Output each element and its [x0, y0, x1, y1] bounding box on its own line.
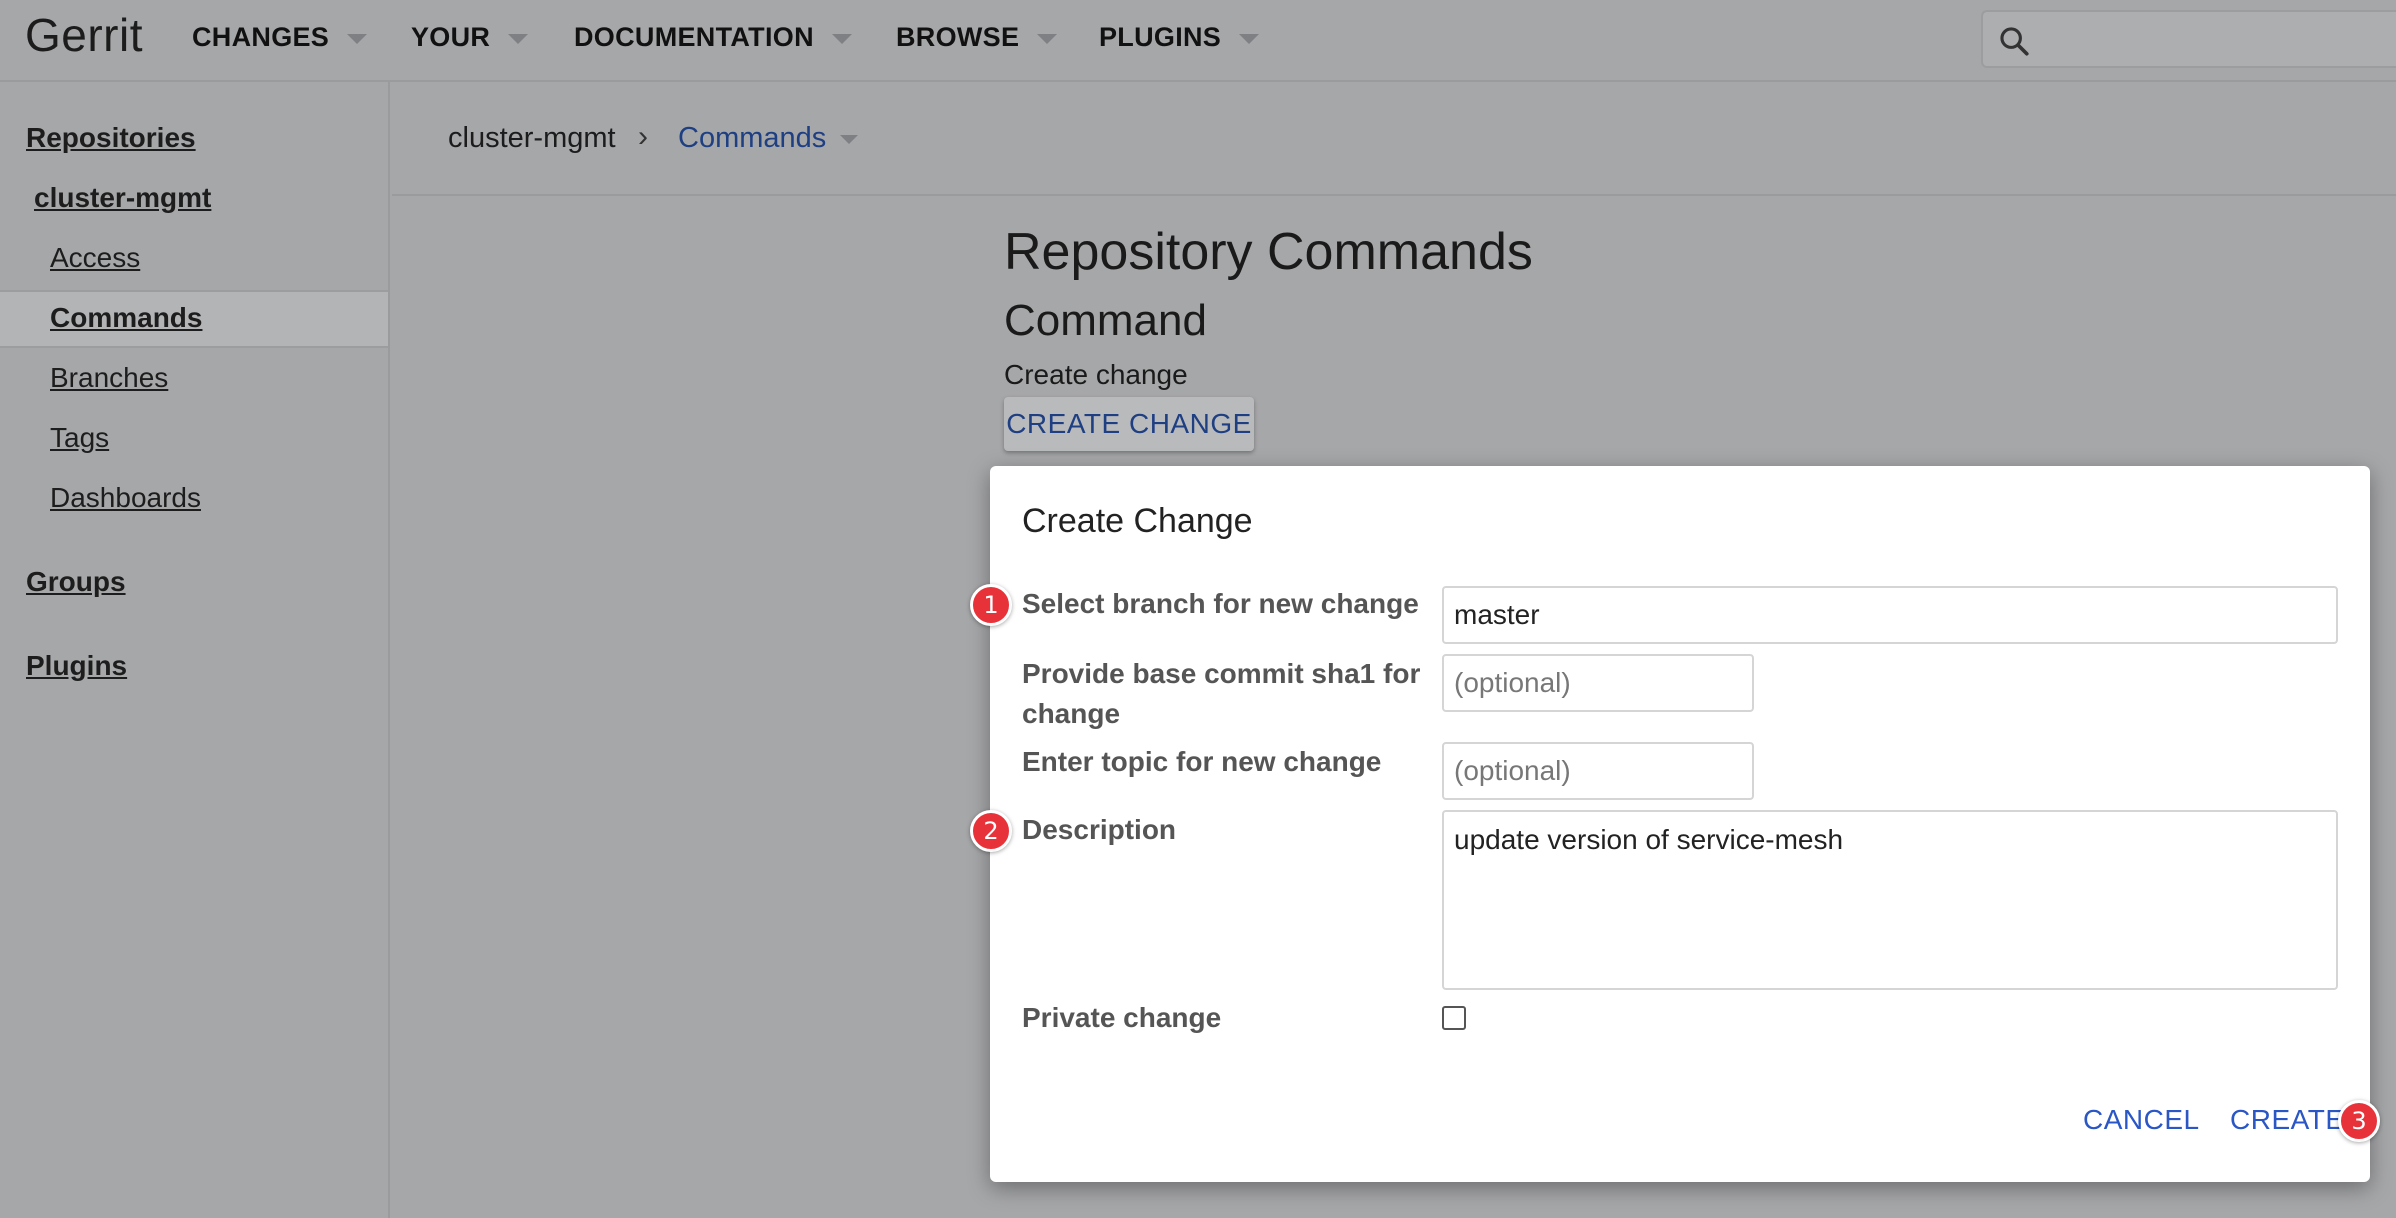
search-input[interactable] — [1981, 10, 2396, 68]
command-label: Create change — [1004, 359, 1188, 390]
chevron-down-icon — [1239, 33, 1260, 44]
menu-plugins-label: PLUGINS — [1099, 22, 1222, 52]
chevron-right-icon: › — [638, 120, 648, 153]
menu-your[interactable]: YOUR — [411, 22, 529, 53]
breadcrumb-repo[interactable]: cluster-mgmt — [448, 122, 616, 155]
branch-value: master — [1454, 599, 1540, 630]
annotation-badge-1: 1 — [970, 584, 1012, 626]
base-commit-placeholder: (optional) — [1454, 667, 1571, 698]
menu-changes[interactable]: CHANGES — [192, 22, 368, 53]
sidebar-repositories[interactable]: Repositories — [26, 122, 196, 154]
sidebar-item-dashboards[interactable]: Dashboards — [50, 482, 201, 514]
create-change-dialog: Create Change Select branch for new chan… — [990, 466, 2370, 1182]
create-button[interactable]: CREATE — [2230, 1104, 2345, 1136]
sidebar-repo-name[interactable]: cluster-mgmt — [34, 182, 211, 214]
search-icon — [1997, 24, 2031, 63]
menu-plugins[interactable]: PLUGINS — [1099, 22, 1260, 53]
breadcrumb: cluster-mgmt › Commands — [392, 82, 2396, 196]
chevron-down-icon[interactable] — [840, 135, 858, 144]
cancel-button[interactable]: CANCEL — [2083, 1104, 2200, 1136]
top-bar: Gerrit CHANGES YOUR DOCUMENTATION BROWSE… — [0, 0, 2396, 82]
create-change-button[interactable]: CREATE CHANGE — [1004, 397, 1254, 451]
topic-placeholder: (optional) — [1454, 755, 1571, 786]
branch-input[interactable]: master — [1442, 586, 2338, 644]
private-change-label: Private change — [1022, 1002, 1222, 1033]
gerrit-logo[interactable]: Gerrit — [25, 8, 143, 62]
menu-your-label: YOUR — [411, 22, 491, 52]
annotation-badge-2: 2 — [970, 810, 1012, 852]
menu-changes-label: CHANGES — [192, 22, 330, 52]
page-title: Repository Commands — [1004, 223, 1533, 281]
dialog-title: Create Change — [1022, 502, 1253, 540]
menu-documentation[interactable]: DOCUMENTATION — [574, 22, 852, 53]
annotation-badge-3: 3 — [2338, 1100, 2380, 1142]
breadcrumb-current[interactable]: Commands — [678, 122, 826, 155]
description-textarea[interactable]: update version of service-mesh — [1442, 810, 2338, 990]
description-label: Description — [1022, 814, 1177, 845]
chevron-down-icon — [1037, 33, 1058, 44]
chevron-down-icon — [831, 33, 852, 44]
base-commit-input[interactable]: (optional) — [1442, 654, 1754, 712]
base-commit-label: Provide base commit sha1 for change — [1022, 658, 1421, 729]
sidebar-plugins[interactable]: Plugins — [26, 650, 127, 682]
sidebar-item-branches[interactable]: Branches — [50, 362, 168, 394]
sidebar-item-access[interactable]: Access — [50, 242, 140, 274]
section-title: Command — [1004, 296, 1207, 345]
menu-documentation-label: DOCUMENTATION — [574, 22, 814, 52]
sidebar-groups[interactable]: Groups — [26, 566, 126, 598]
topic-label: Enter topic for new change — [1022, 746, 1382, 777]
menu-browse[interactable]: BROWSE — [896, 22, 1058, 53]
sidebar-item-tags[interactable]: Tags — [50, 422, 109, 454]
chevron-down-icon — [347, 33, 368, 44]
topic-input[interactable]: (optional) — [1442, 742, 1754, 800]
private-change-checkbox[interactable] — [1442, 1006, 1466, 1030]
menu-browse-label: BROWSE — [896, 22, 1020, 52]
sidebar-item-commands[interactable]: Commands — [50, 302, 202, 334]
sidebar: Repositories cluster-mgmt Access Command… — [0, 82, 390, 1218]
branch-label: Select branch for new change — [1022, 588, 1419, 619]
chevron-down-icon — [508, 33, 529, 44]
